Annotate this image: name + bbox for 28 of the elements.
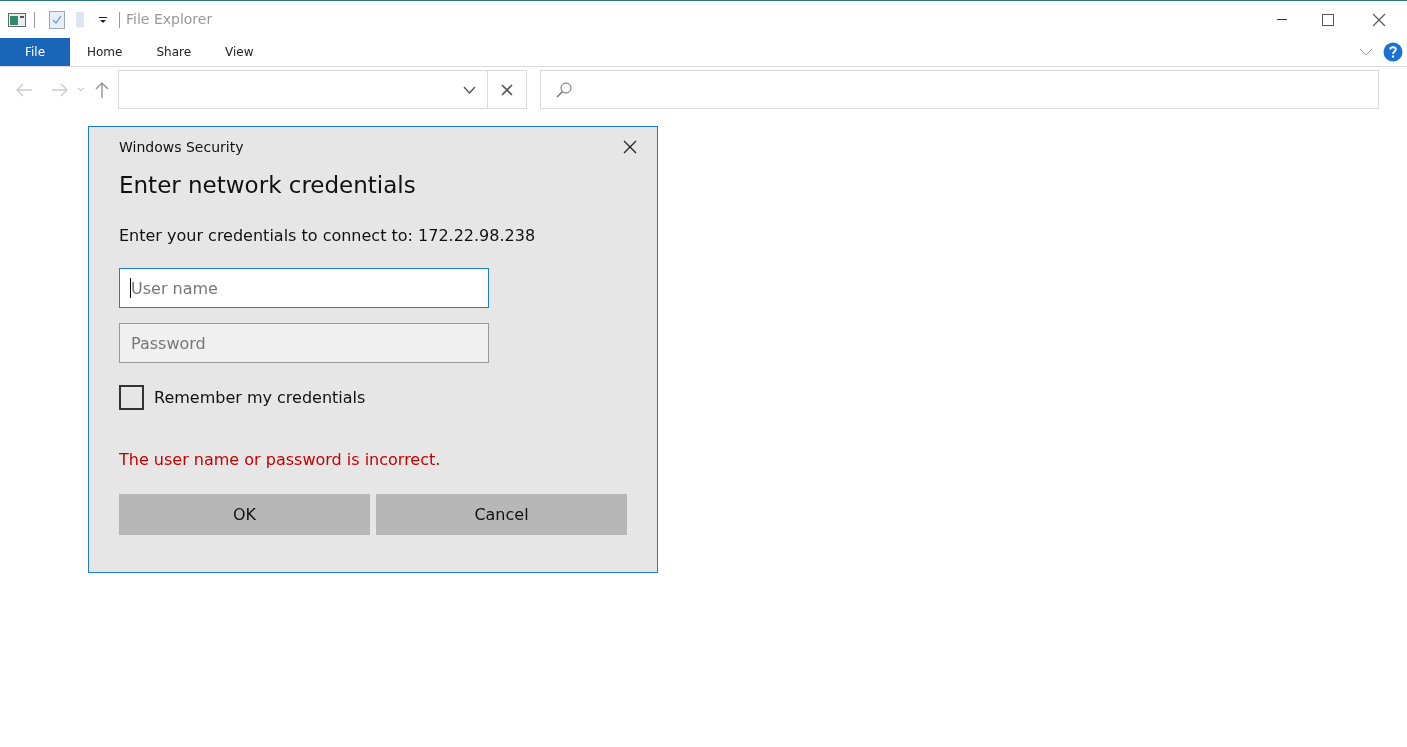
input-field[interactable]: Password	[119, 323, 489, 363]
up-arrow-icon[interactable]	[95, 80, 109, 99]
search-icon	[556, 81, 572, 98]
checkbox[interactable]	[119, 385, 144, 410]
ribbon-tab[interactable]: Share	[139, 38, 209, 66]
dialog-message: Enter your credentials to connect to: 172.22.98.238	[119, 225, 537, 247]
dialog-caption: Windows Security	[119, 137, 244, 157]
chevron-down-icon[interactable]	[463, 85, 476, 94]
close-icon[interactable]	[623, 140, 637, 154]
close-icon	[1372, 12, 1386, 27]
dialog-button[interactable]: Cancel	[376, 494, 627, 535]
ribbon-tab[interactable]: Home	[70, 38, 140, 66]
ribbon-tab[interactable]: File	[0, 38, 70, 66]
dialog-button[interactable]: OK	[119, 494, 370, 535]
help-icon[interactable]	[1383, 42, 1403, 62]
back-arrow-icon[interactable]	[15, 82, 33, 97]
explorer-icon[interactable]	[8, 11, 26, 28]
ribbon-tab[interactable]: View	[208, 38, 271, 66]
search-field[interactable]	[540, 70, 1379, 109]
error-message: The user name or password is incorrect.	[119, 449, 442, 471]
forward-arrow-icon[interactable]	[51, 82, 69, 97]
checkbox-label: Remember my credentials	[154, 386, 366, 409]
checkmark-document-icon[interactable]	[49, 10, 65, 29]
close-icon[interactable]	[501, 83, 513, 96]
dialog-heading: Enter network credentials	[119, 171, 417, 199]
window-title: File Explorer	[126, 10, 213, 29]
input-field[interactable]: User name	[119, 268, 489, 308]
dropdown-icon[interactable]	[99, 15, 107, 24]
